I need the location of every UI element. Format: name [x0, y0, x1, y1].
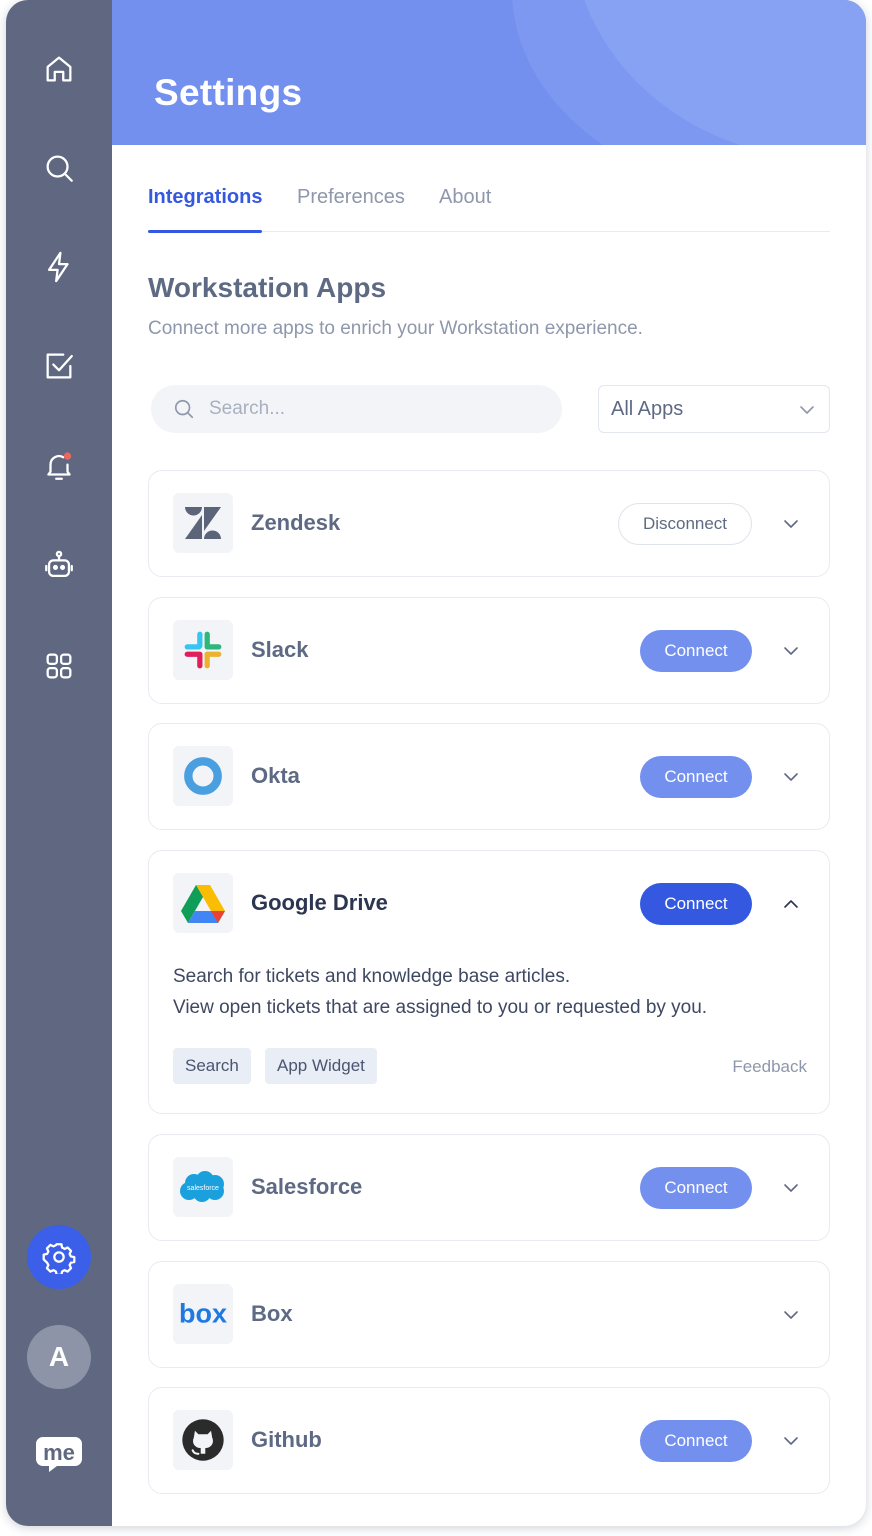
me-logo-icon[interactable]: me: [35, 1435, 83, 1473]
app-name: Slack: [251, 637, 309, 662]
lightning-icon[interactable]: [39, 247, 79, 287]
app-card-slack: Slack Connect: [148, 597, 830, 704]
chevron-down-icon[interactable]: [779, 768, 803, 786]
box-logo-text: box: [179, 1299, 227, 1329]
zendesk-logo-icon: [173, 493, 233, 553]
robot-icon[interactable]: [39, 546, 79, 586]
slack-logo-icon: [173, 620, 233, 680]
salesforce-logo-text: salesforce: [187, 1185, 219, 1192]
tab-preferences[interactable]: Preferences: [297, 186, 405, 232]
description-line: Search for tickets and knowledge base ar…: [173, 966, 571, 987]
okta-logo-icon: [173, 746, 233, 806]
home-icon[interactable]: [39, 49, 79, 89]
chevron-down-icon[interactable]: [779, 1432, 803, 1450]
google-drive-logo-icon: [173, 873, 233, 933]
search-icon: [174, 399, 194, 419]
box-logo-icon: box: [173, 1284, 233, 1344]
bell-icon[interactable]: [39, 446, 79, 486]
chevron-down-icon[interactable]: [779, 1179, 803, 1197]
app-description: Search for tickets and knowledge base ar…: [173, 961, 707, 1023]
app-name: Github: [251, 1427, 322, 1452]
gear-icon[interactable]: [27, 1225, 91, 1289]
app-card-google-drive: Google Drive Connect Search for tickets …: [148, 850, 830, 1114]
feedback-link[interactable]: Feedback: [732, 1057, 807, 1077]
app-card-zendesk: Zendesk Disconnect: [148, 470, 830, 577]
search-input[interactable]: [209, 385, 539, 433]
github-logo-icon: [173, 1410, 233, 1470]
chevron-down-icon[interactable]: [779, 642, 803, 660]
app-card-okta: Okta Connect: [148, 723, 830, 830]
header-banner: Settings: [112, 0, 866, 145]
connect-button[interactable]: Connect: [640, 883, 752, 925]
salesforce-logo-icon: salesforce: [173, 1157, 233, 1217]
chevron-down-icon: [800, 406, 814, 414]
avatar[interactable]: A: [27, 1325, 91, 1389]
tab-integrations[interactable]: Integrations: [148, 186, 263, 233]
connect-button[interactable]: Connect: [640, 1167, 752, 1209]
section-title: Workstation Apps: [148, 272, 387, 303]
page-title: Settings: [154, 72, 303, 113]
search-icon[interactable]: [39, 148, 79, 188]
app-card-box: box Box: [148, 1261, 830, 1368]
filter-selected-value: All Apps: [611, 398, 684, 420]
connect-button[interactable]: Connect: [640, 756, 752, 798]
checkbox-icon[interactable]: [39, 346, 79, 386]
disconnect-button[interactable]: Disconnect: [618, 503, 752, 545]
app-name: Okta: [251, 763, 300, 788]
tab-bar: Integrations Preferences About: [148, 186, 830, 233]
connect-button[interactable]: Connect: [640, 1420, 752, 1462]
chevron-down-icon[interactable]: [779, 1306, 803, 1324]
app-card-salesforce: salesforce Salesforce Connect: [148, 1134, 830, 1241]
app-name: Salesforce: [251, 1174, 363, 1199]
me-logo-text: me: [43, 1440, 75, 1465]
chevron-up-icon[interactable]: [779, 895, 803, 913]
grid-icon[interactable]: [39, 646, 79, 686]
app-name: Box: [251, 1301, 293, 1326]
tab-about[interactable]: About: [439, 186, 491, 232]
description-line: View open tickets that are assigned to y…: [173, 997, 708, 1018]
sidebar: A me: [6, 0, 112, 1526]
connect-button[interactable]: Connect: [640, 630, 752, 672]
section-subtitle: Connect more apps to enrich your Worksta…: [148, 318, 643, 339]
tag-chip: App Widget: [265, 1048, 377, 1084]
chevron-down-icon[interactable]: [779, 515, 803, 533]
app-filter-dropdown[interactable]: All Apps: [598, 385, 830, 433]
search-field[interactable]: [151, 385, 562, 433]
app-name: Zendesk: [251, 510, 341, 535]
tag-chip: Search: [173, 1048, 251, 1084]
app-card-github: Github Connect: [148, 1387, 830, 1494]
app-name: Google Drive: [251, 890, 388, 915]
app-window: A me Settings Integrations Preferences A…: [6, 0, 866, 1526]
